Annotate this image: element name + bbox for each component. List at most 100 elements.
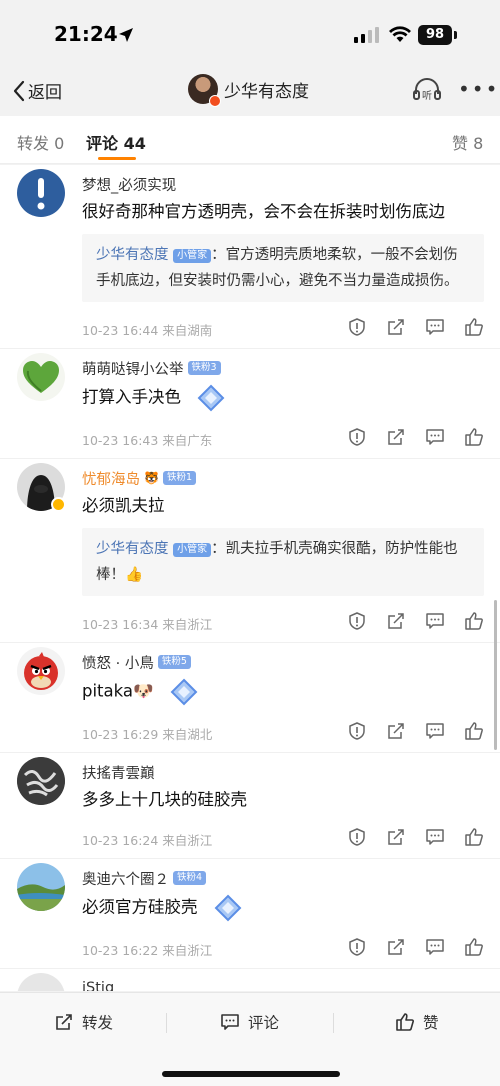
comment-item: 愤怒 · 小鳥 铁粉5 pitaka🐶 10-23 16:29 来自湖北 — [0, 643, 500, 753]
comment-item: iStig — [0, 969, 500, 991]
avatar[interactable] — [17, 463, 66, 512]
report-shield-icon[interactable] — [347, 937, 367, 957]
page-title: 少华有态度 — [224, 81, 309, 102]
avatar[interactable] — [17, 973, 65, 991]
repost-label: 转发 — [82, 1014, 114, 1032]
tab-bar: 转发 0 评论 44 赞 8 — [0, 116, 500, 164]
comment-username[interactable]: iStig — [82, 980, 114, 991]
comment-meta: 10-23 16:44 来自湖南 — [82, 323, 213, 338]
comment-username[interactable]: 愤怒 · 小鳥 — [82, 652, 154, 673]
crown-icon: 🐯 — [144, 471, 159, 485]
ai-assistant-badge: 小管家 — [173, 249, 212, 263]
nav-profile[interactable]: 少华有态度 — [188, 74, 309, 107]
like-thumb-icon[interactable] — [464, 317, 484, 337]
repost-icon[interactable] — [386, 721, 406, 741]
back-button[interactable]: 返回 — [12, 78, 62, 103]
like-thumb-icon[interactable] — [464, 611, 484, 631]
comment-username[interactable]: 梦想_必须实现 — [82, 174, 176, 195]
comment-text: pitaka🐶 — [82, 678, 500, 706]
like-button[interactable]: 赞 — [395, 1011, 439, 1033]
comment-text: 很好奇那种官方透明壳，会不会在拆装时划伤底边 — [82, 202, 445, 221]
comment-label: 评论 — [248, 1014, 280, 1032]
author-reply[interactable]: 少华有态度 小管家 ：官方透明壳质地柔软，一般不会划伤手机底边，但安装时仍需小心，… — [82, 234, 484, 302]
like-thumb-icon[interactable] — [464, 827, 484, 847]
comment-button[interactable]: 评论 — [220, 1011, 279, 1033]
like-thumb-icon[interactable] — [464, 937, 484, 957]
reply-username[interactable]: 少华有态度 — [96, 247, 169, 263]
repost-icon[interactable] — [386, 937, 406, 957]
fan-level-badge: 铁粉4 — [173, 871, 207, 885]
comment-item: 萌萌哒锝小公举 铁粉3 打算入手决色 10-23 16:43 来自广东 — [0, 349, 500, 459]
comment-username[interactable]: 萌萌哒锝小公举 — [82, 358, 184, 379]
comment-text: 必须官方硅胶壳 — [82, 894, 500, 922]
like-thumb-icon — [396, 1013, 414, 1031]
repost-icon — [56, 1014, 72, 1030]
comment-meta: 10-23 16:43 来自广东 — [82, 433, 213, 448]
home-indicator[interactable] — [162, 1071, 340, 1077]
like-thumb-icon[interactable] — [464, 427, 484, 447]
landscape-avatar-icon — [17, 863, 65, 911]
repost-icon[interactable] — [386, 427, 406, 447]
report-shield-icon[interactable] — [347, 721, 367, 741]
comment-item: 梦想_必须实现 很好奇那种官方透明壳，会不会在拆装时划伤底边 少华有态度 小管家… — [0, 165, 500, 349]
comment-text: 打算入手决色 — [82, 384, 500, 412]
tab-repost[interactable]: 转发 0 — [17, 130, 64, 154]
comment-text: 必须凯夫拉 — [82, 496, 165, 515]
comment-item: 扶搖青雲巔 多多上十几块的硅胶壳 10-23 16:24 来自浙江 — [0, 753, 500, 859]
avatar[interactable] — [17, 863, 65, 911]
tab-active-indicator — [98, 157, 136, 160]
repost-button[interactable]: 转发 — [54, 1011, 113, 1033]
green-heart-icon — [23, 361, 59, 393]
repost-icon[interactable] — [386, 611, 406, 631]
comment-icon[interactable] — [425, 317, 445, 337]
repost-icon[interactable] — [386, 317, 406, 337]
verified-badge-icon — [51, 497, 66, 512]
battery-tip — [454, 31, 457, 39]
listen-headphones-icon[interactable]: 听 — [412, 78, 442, 102]
comment-username[interactable]: 奥迪六个圈２ — [82, 868, 169, 889]
comment-list[interactable]: 梦想_必须实现 很好奇那种官方透明壳，会不会在拆装时划伤底边 少华有态度 小管家… — [0, 165, 500, 991]
avatar[interactable] — [17, 353, 65, 401]
wifi-icon — [389, 26, 411, 42]
tab-comments[interactable]: 评论 44 — [86, 130, 146, 154]
fan-level-badge: 铁粉1 — [162, 471, 196, 485]
like-label: 赞 — [423, 1014, 439, 1032]
comment-username[interactable]: 扶搖青雲巔 — [82, 762, 155, 783]
comment-icon[interactable] — [425, 611, 445, 631]
comment-username[interactable]: 忧郁海岛 — [82, 468, 140, 489]
ai-assistant-badge: 小管家 — [173, 543, 212, 557]
comment-item: 奥迪六个圈２ 铁粉4 必须官方硅胶壳 10-23 16:22 来自浙江 — [0, 859, 500, 969]
scrollbar[interactable] — [494, 600, 497, 750]
report-shield-icon[interactable] — [347, 611, 367, 631]
avatar[interactable] — [17, 757, 65, 805]
avatar — [188, 74, 221, 107]
status-time: 21:24 — [54, 22, 118, 46]
comment-meta: 10-23 16:24 来自浙江 — [82, 833, 213, 848]
repost-icon[interactable] — [386, 827, 406, 847]
comment-text: 多多上十几块的硅胶壳 — [82, 790, 247, 809]
comment-meta: 10-23 16:22 来自浙江 — [82, 943, 213, 958]
angry-bird-icon — [24, 652, 58, 690]
diamond-sticker-icon — [197, 384, 225, 412]
nav-bar: 返回 少华有态度 听 ••• — [0, 66, 500, 116]
report-shield-icon[interactable] — [347, 317, 367, 337]
comment-meta: 10-23 16:34 来自浙江 — [82, 617, 213, 632]
fan-level-badge: 铁粉5 — [157, 655, 191, 669]
comment-icon[interactable] — [425, 827, 445, 847]
comment-icon[interactable] — [425, 427, 445, 447]
comment-item: 忧郁海岛 🐯 铁粉1 必须凯夫拉 少华有态度 小管家 ：凯夫拉手机壳确实很酷，防护… — [0, 459, 500, 643]
comment-icon[interactable] — [425, 721, 445, 741]
divider — [333, 1013, 334, 1033]
tab-likes[interactable]: 赞 8 — [452, 130, 483, 154]
more-options-icon[interactable]: ••• — [458, 77, 499, 101]
report-shield-icon[interactable] — [347, 827, 367, 847]
author-reply[interactable]: 少华有态度 小管家 ：凯夫拉手机壳确实很酷，防护性能也棒！👍 — [82, 528, 484, 596]
report-shield-icon[interactable] — [347, 427, 367, 447]
comment-meta: 10-23 16:29 来自湖北 — [82, 727, 213, 742]
comment-icon[interactable] — [425, 937, 445, 957]
reply-username[interactable]: 少华有态度 — [96, 541, 169, 557]
avatar[interactable] — [17, 647, 65, 695]
like-thumb-icon[interactable] — [464, 721, 484, 741]
location-arrow-icon — [119, 28, 133, 42]
avatar[interactable] — [17, 169, 65, 217]
